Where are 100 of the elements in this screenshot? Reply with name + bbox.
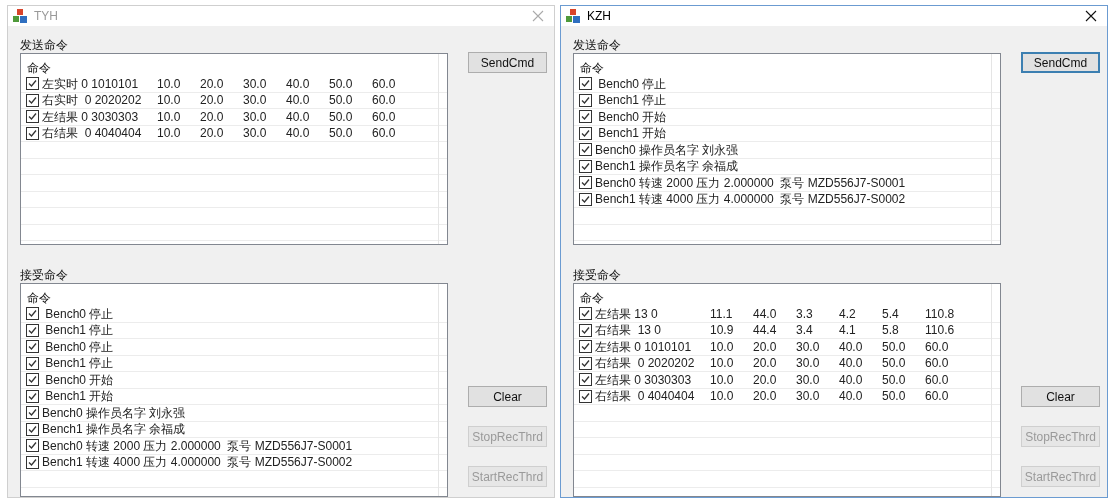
list-cell-text: 5.4 xyxy=(882,307,900,320)
checkbox[interactable] xyxy=(579,340,592,354)
command-list[interactable]: 命令 Bench0 停止 Bench1 停止 Bench0 停止 Bench1 停止 Bench0 开始 Bench1 开始 Bench0 操作员名字 刘永强 Bench1 操作员名字 余福成 Bench0 转速 2000 压力 2.000000 泵号 MZD556J7-S0001 Bench1 转速 4000 压力 4.000000 泵号 MZD556J7-S0002 xyxy=(20,283,448,497)
list-cell-text: 30.0 xyxy=(243,110,268,123)
checkbox[interactable] xyxy=(26,93,39,107)
list-cell-text: 20.0 xyxy=(200,77,225,90)
list-cell-text: 40.0 xyxy=(286,94,311,107)
window-title: TYH xyxy=(34,8,58,25)
checkbox[interactable] xyxy=(26,77,39,91)
list-cell-text: 左结果 0 3030303 xyxy=(595,373,693,386)
command-button[interactable]: Clear xyxy=(468,386,547,407)
checkbox[interactable] xyxy=(579,176,592,190)
checkbox[interactable] xyxy=(579,93,592,107)
list-cell-text: 11.1 xyxy=(710,307,734,320)
list-cell-text: Bench1 开始 xyxy=(597,127,667,140)
column-header: 命令 xyxy=(27,292,51,304)
list-cell-text: 50.0 xyxy=(329,77,354,90)
checkbox[interactable] xyxy=(579,356,592,370)
list-cell: Bench1 转速 4000 压力 4.000000 泵号 MZD556J7-S0002 xyxy=(595,193,906,206)
list-cell-text: 50.0 xyxy=(882,390,907,403)
checkbox[interactable] xyxy=(26,439,39,453)
checkbox[interactable] xyxy=(579,159,592,173)
checkbox[interactable] xyxy=(26,110,39,124)
list-cell-text: Bench1 停止 xyxy=(597,94,667,107)
checkbox[interactable] xyxy=(579,389,592,403)
list-cell-text: 60.0 xyxy=(925,340,950,353)
checkbox[interactable] xyxy=(579,192,592,206)
checkbox[interactable] xyxy=(26,422,39,436)
list-cell-text: 44.0 xyxy=(753,307,778,320)
list-cell-text: 10.0 xyxy=(157,94,182,107)
list-cell-text: 60.0 xyxy=(372,77,397,90)
list-cell-text: 20.0 xyxy=(753,373,778,386)
list-cell-text: 20.0 xyxy=(753,390,778,403)
checkbox[interactable] xyxy=(26,389,39,403)
checkbox[interactable] xyxy=(26,373,39,387)
command-list[interactable]: 命令 左实时 0 1010101 10.0 20.0 30.0 40.0 50.0 60.0 右实时 0 2020202 10.0 20.0 30.0 40.0 50.0 60.0 左结果 0 3030303 10.0 20.0 30.0 40.0 50.0 60.0 右结果 0 4040404 10.0 20.0 30.0 40.0 50.0 60.0 xyxy=(20,53,448,245)
list-cell-text: Bench0 开始 xyxy=(44,373,114,386)
list-cell-text: 10.9 xyxy=(710,324,735,337)
list-cell-text: 50.0 xyxy=(882,357,907,370)
list-cell-text: 10.0 xyxy=(157,127,182,140)
list-cell-text: Bench1 开始 xyxy=(44,390,114,403)
list-cell-text: 60.0 xyxy=(925,390,950,403)
checkbox[interactable] xyxy=(26,340,39,354)
checkbox[interactable] xyxy=(579,77,592,91)
list-cell-text: 10.0 xyxy=(157,77,182,90)
column-header: 命令 xyxy=(580,292,604,304)
list-cell-text: 110.8 xyxy=(925,307,956,320)
list-cell-text: 110.6 xyxy=(925,324,956,337)
list-cell: Bench1 操作员名字 余福成 xyxy=(595,160,739,173)
checkbox[interactable] xyxy=(26,356,39,370)
checkbox[interactable] xyxy=(26,406,39,420)
checkbox[interactable] xyxy=(579,323,592,337)
list-cell: Bench0 操作员名字 刘永强 xyxy=(595,143,739,156)
list-cell-text: 60.0 xyxy=(372,127,397,140)
checkbox[interactable] xyxy=(26,323,39,337)
checkbox[interactable] xyxy=(579,307,592,321)
checkbox[interactable] xyxy=(579,373,592,387)
column-header: 命令 xyxy=(27,62,51,74)
list-cell-text: 40.0 xyxy=(286,110,311,123)
list-cell-text: 右结果 0 4040404 xyxy=(595,390,696,403)
list-cell-text: 3.4 xyxy=(796,324,814,337)
list-cell-text: 50.0 xyxy=(329,94,354,107)
checkbox[interactable] xyxy=(579,110,592,124)
list-cell-text: 20.0 xyxy=(200,94,225,107)
checkbox[interactable] xyxy=(26,307,39,321)
list-cell-text: 左实时 0 1010101 xyxy=(42,77,140,90)
list-cell-text: 50.0 xyxy=(882,373,907,386)
list-cell-text: 3.3 xyxy=(796,307,814,320)
list-cell-text: 20.0 xyxy=(753,357,778,370)
list-cell-text: 60.0 xyxy=(372,110,397,123)
list-cell-text: 30.0 xyxy=(796,390,821,403)
list-cell-text: 40.0 xyxy=(839,340,864,353)
list-cell-text: Bench1 停止 xyxy=(44,324,114,337)
checkbox[interactable] xyxy=(26,126,39,140)
command-button[interactable]: SendCmd xyxy=(1021,52,1100,73)
list-cell-text: 30.0 xyxy=(243,77,268,90)
column-header: 命令 xyxy=(580,62,604,74)
list-cell-text: Bench0 停止 xyxy=(44,340,114,353)
list-cell-text: 10.0 xyxy=(157,110,182,123)
list-cell-text: 左结果 0 3030303 xyxy=(42,110,140,123)
command-button[interactable]: Clear xyxy=(1021,386,1100,407)
command-button[interactable]: SendCmd xyxy=(468,52,547,73)
checkbox[interactable] xyxy=(579,143,592,157)
list-cell: Bench1 转速 4000 压力 4.000000 泵号 MZD556J7-S0002 xyxy=(42,456,353,469)
list-cell-text: 左结果 13 0 xyxy=(595,307,659,320)
list-cell-text: 44.4 xyxy=(753,324,778,337)
list-cell-text: Bench0 开始 xyxy=(597,110,667,123)
cubes-icon xyxy=(12,8,28,24)
checkbox[interactable] xyxy=(579,126,592,140)
close-icon[interactable] xyxy=(1085,10,1097,22)
list-cell: Bench0 转速 2000 压力 2.000000 泵号 MZD556J7-S0001 xyxy=(595,176,906,189)
command-list[interactable] xyxy=(573,283,1001,497)
window-title: KZH xyxy=(587,8,611,25)
command-list[interactable]: 命令 Bench0 停止 Bench1 停止 Bench0 开始 Bench1 开始 Bench0 操作员名字 刘永强 Bench1 操作员名字 余福成 Bench0 转速 2000 压力 2.000000 泵号 MZD556J7-S0001 Bench1 转速 4000 压力 4.000000 泵号 MZD556J7-S0002 xyxy=(573,53,1001,245)
group-label: 发送命令 xyxy=(573,37,622,53)
list-cell-text: 40.0 xyxy=(286,127,311,140)
list-cell-text: 10.0 xyxy=(710,373,735,386)
checkbox[interactable] xyxy=(26,455,39,469)
list-cell-text: 右结果 0 4040404 xyxy=(42,127,143,140)
list-cell-text: 右实时 0 2020202 xyxy=(42,94,143,107)
